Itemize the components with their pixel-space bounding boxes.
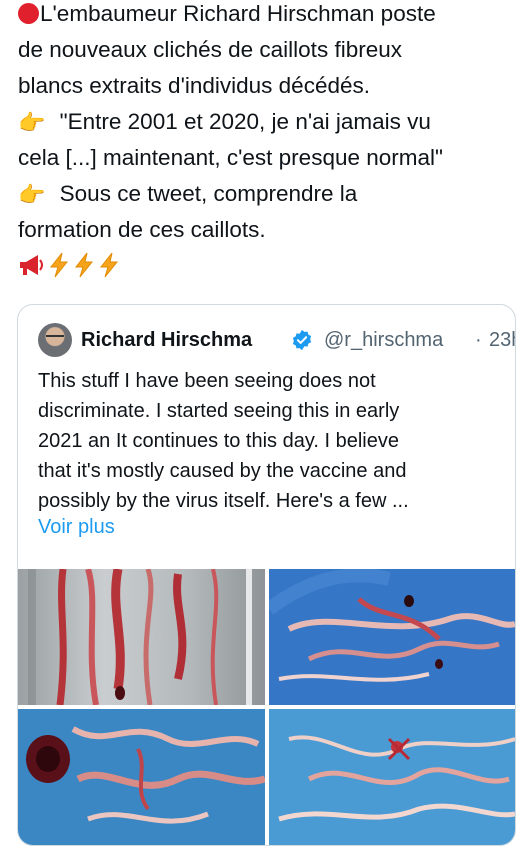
author-name[interactable]: Richard Hirschma <box>81 329 252 352</box>
tweet-text: L'embaumeur Richard Hirschman poste de n… <box>18 0 523 284</box>
timestamp[interactable]: 23h <box>489 329 515 352</box>
photo-clots-on-glove[interactable] <box>269 569 515 705</box>
quote-line: possibly by the virus itself. Here's a f… <box>38 490 409 512</box>
quote-line: 2021 an It continues to this day. I beli… <box>38 430 399 452</box>
high-voltage-icon <box>49 252 69 278</box>
tweet-line: formation de ces caillots. <box>18 217 266 242</box>
separator-dot: · <box>475 329 482 351</box>
megaphone-icon <box>20 255 43 276</box>
photo-clots-on-tray[interactable] <box>269 709 515 845</box>
photo-clots-on-tray[interactable] <box>18 709 265 845</box>
high-voltage-icon <box>99 252 119 278</box>
tweet-line: 👉 "Entre 2001 et 2020, je n'ai jamais vu <box>18 109 431 136</box>
quoted-tweet-header: Richard Hirschma @r_hirschma · 23h <box>38 323 515 359</box>
pointing-right-icon: 👉 <box>18 182 46 208</box>
red-circle-icon <box>18 2 39 24</box>
show-more-link[interactable]: Voir plus <box>38 516 115 539</box>
quoted-tweet-text: This stuff I have been seeing does not d… <box>38 366 498 516</box>
quote-line: This stuff I have been seeing does not <box>38 370 376 392</box>
quote-line: discriminate. I started seeing this in e… <box>38 400 400 422</box>
quote-line: that it's mostly caused by the vaccine a… <box>38 460 407 482</box>
high-voltage-icon <box>74 252 94 278</box>
verified-badge-icon <box>292 329 312 351</box>
tweet-line: blancs extraits d'individus décédés. <box>18 73 370 98</box>
tweet-line: de nouveaux clichés de caillots fibreux <box>18 37 402 62</box>
tweet-line: 👉 Sous ce tweet, comprendre la <box>18 181 358 208</box>
tweet-line: L'embaumeur Richard Hirschman poste <box>18 0 523 32</box>
tweet-line: cela [...] maintenant, c'est presque nor… <box>18 145 443 170</box>
pointing-right-icon: 👉 <box>18 110 46 136</box>
tweet-emoji-line <box>18 248 523 284</box>
quoted-tweet[interactable]: Richard Hirschma @r_hirschma · 23h This … <box>17 304 516 846</box>
avatar[interactable] <box>38 323 72 357</box>
author-handle[interactable]: @r_hirschma <box>324 329 443 352</box>
photo-clots-on-table[interactable] <box>18 569 265 705</box>
